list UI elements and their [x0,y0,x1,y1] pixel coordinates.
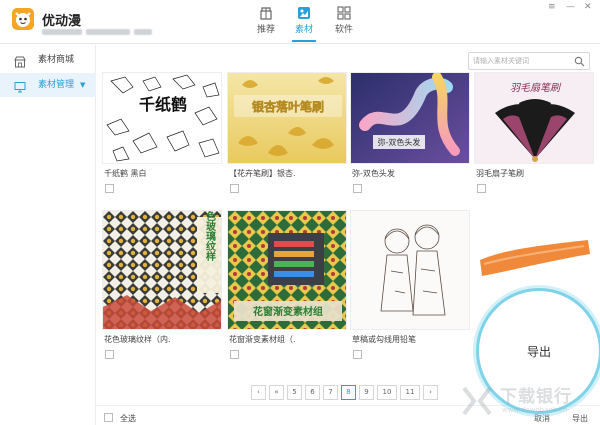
software-icon [337,6,351,20]
material-title: 花色玻璃纹样（内. [104,335,171,344]
sidebar-item-store[interactable]: 素材商城 [0,48,96,72]
material-checkbox[interactable] [105,350,114,359]
pagination-prev[interactable]: ‹ [251,385,266,400]
material-thumbnail[interactable]: 羽毛扇笔刷 [474,72,594,164]
tab-material[interactable]: 素材 [284,6,324,42]
tab-recommend-label: 推荐 [256,25,275,35]
minimize-icon[interactable]: — [566,2,575,12]
close-icon[interactable]: ✕ [584,2,592,12]
pagination-first[interactable]: « [269,385,284,400]
pagination-page[interactable]: 10 [377,385,397,400]
tab-material-label: 素材 [294,25,313,35]
watermark: 下载银行 www.downbank.cn [452,382,600,422]
app-window: 优动漫 推荐 素材 软件 ≡ — ✕ 素材商城 素材管理 ▼ 请输入素材关键词 … [0,0,600,425]
monitor-icon [14,79,26,93]
search-box [468,52,590,70]
material-thumbnail[interactable]: 银杏落叶笔刷 [227,72,347,164]
thumb-text: 花窗渐变素材组 [253,305,323,318]
material-title: 弥-双色头发 [352,169,395,178]
material-thumbnail[interactable]: 弥-双色头发 [350,72,470,164]
tab-software[interactable]: 软件 [324,6,364,35]
material-title: 草稿或勾线用铅笔 [352,335,416,344]
material-thumbnail[interactable]: 千纸鹤 [102,72,222,164]
caret-down-icon[interactable]: ▼ [80,73,85,97]
pagination-next[interactable]: › [423,385,438,400]
search-icon[interactable] [574,56,585,67]
menu-icon[interactable]: ≡ [548,2,556,12]
pagination-page[interactable]: 9 [359,385,374,400]
watermark-text: 下载银行 [500,387,572,407]
select-all-checkbox[interactable] [104,413,113,422]
export-spotlight-label: 导出 [526,345,551,359]
pagination-page[interactable]: 7 [323,385,338,400]
material-thumbnail[interactable]: 花色玻璃纹样 [102,210,222,330]
tab-recommend[interactable]: 推荐 [246,6,286,35]
thumb-text: 花色玻璃纹样 [204,211,216,262]
header: 优动漫 推荐 素材 软件 ≡ — ✕ [0,0,600,44]
thumb-text: 千纸鹤 [139,95,187,114]
recommend-icon [259,6,273,20]
app-logo-icon [12,8,34,30]
sidebar-item-manage-label: 素材管理 [38,80,75,90]
material-checkbox[interactable] [105,184,114,193]
material-title: 【花卉笔刷】银杏. [229,169,296,178]
material-thumbnail[interactable] [350,210,470,330]
watermark-url: www.downbank.cn [502,406,568,414]
watermark-logo-icon [462,386,492,416]
pagination-page[interactable]: 5 [287,385,302,400]
pagination-page-current[interactable]: 8 [341,385,356,400]
material-title: 羽毛扇子笔刷 [476,169,524,178]
material-checkbox[interactable] [230,184,239,193]
pagination-page[interactable]: 11 [400,385,420,400]
material-checkbox[interactable] [353,184,362,193]
select-all-label[interactable]: 全选 [120,413,136,424]
material-checkbox[interactable] [477,184,486,193]
app-title: 优动漫 [42,14,82,29]
account-info-blurred [42,28,162,36]
search-input[interactable] [473,55,573,67]
material-checkbox[interactable] [353,350,362,359]
sidebar: 素材商城 素材管理 ▼ [0,45,96,425]
thumb-text: 银杏落叶笔刷 [252,99,324,114]
material-thumbnail[interactable]: 花窗渐变素材组 [227,210,347,330]
store-icon [14,54,26,68]
thumb-text: 弥-双色头发 [378,137,421,147]
pagination-page[interactable]: 6 [305,385,320,400]
material-checkbox[interactable] [230,350,239,359]
sidebar-item-manage[interactable]: 素材管理 ▼ [0,73,96,97]
tab-software-label: 软件 [334,25,353,35]
material-title: 花窗渐变素材组（. [229,335,296,344]
material-icon [297,6,311,20]
thumb-text: 羽毛扇笔刷 [510,82,562,94]
sidebar-item-store-label: 素材商城 [38,55,75,65]
material-title: 千纸鹤 黑白 [104,169,147,178]
